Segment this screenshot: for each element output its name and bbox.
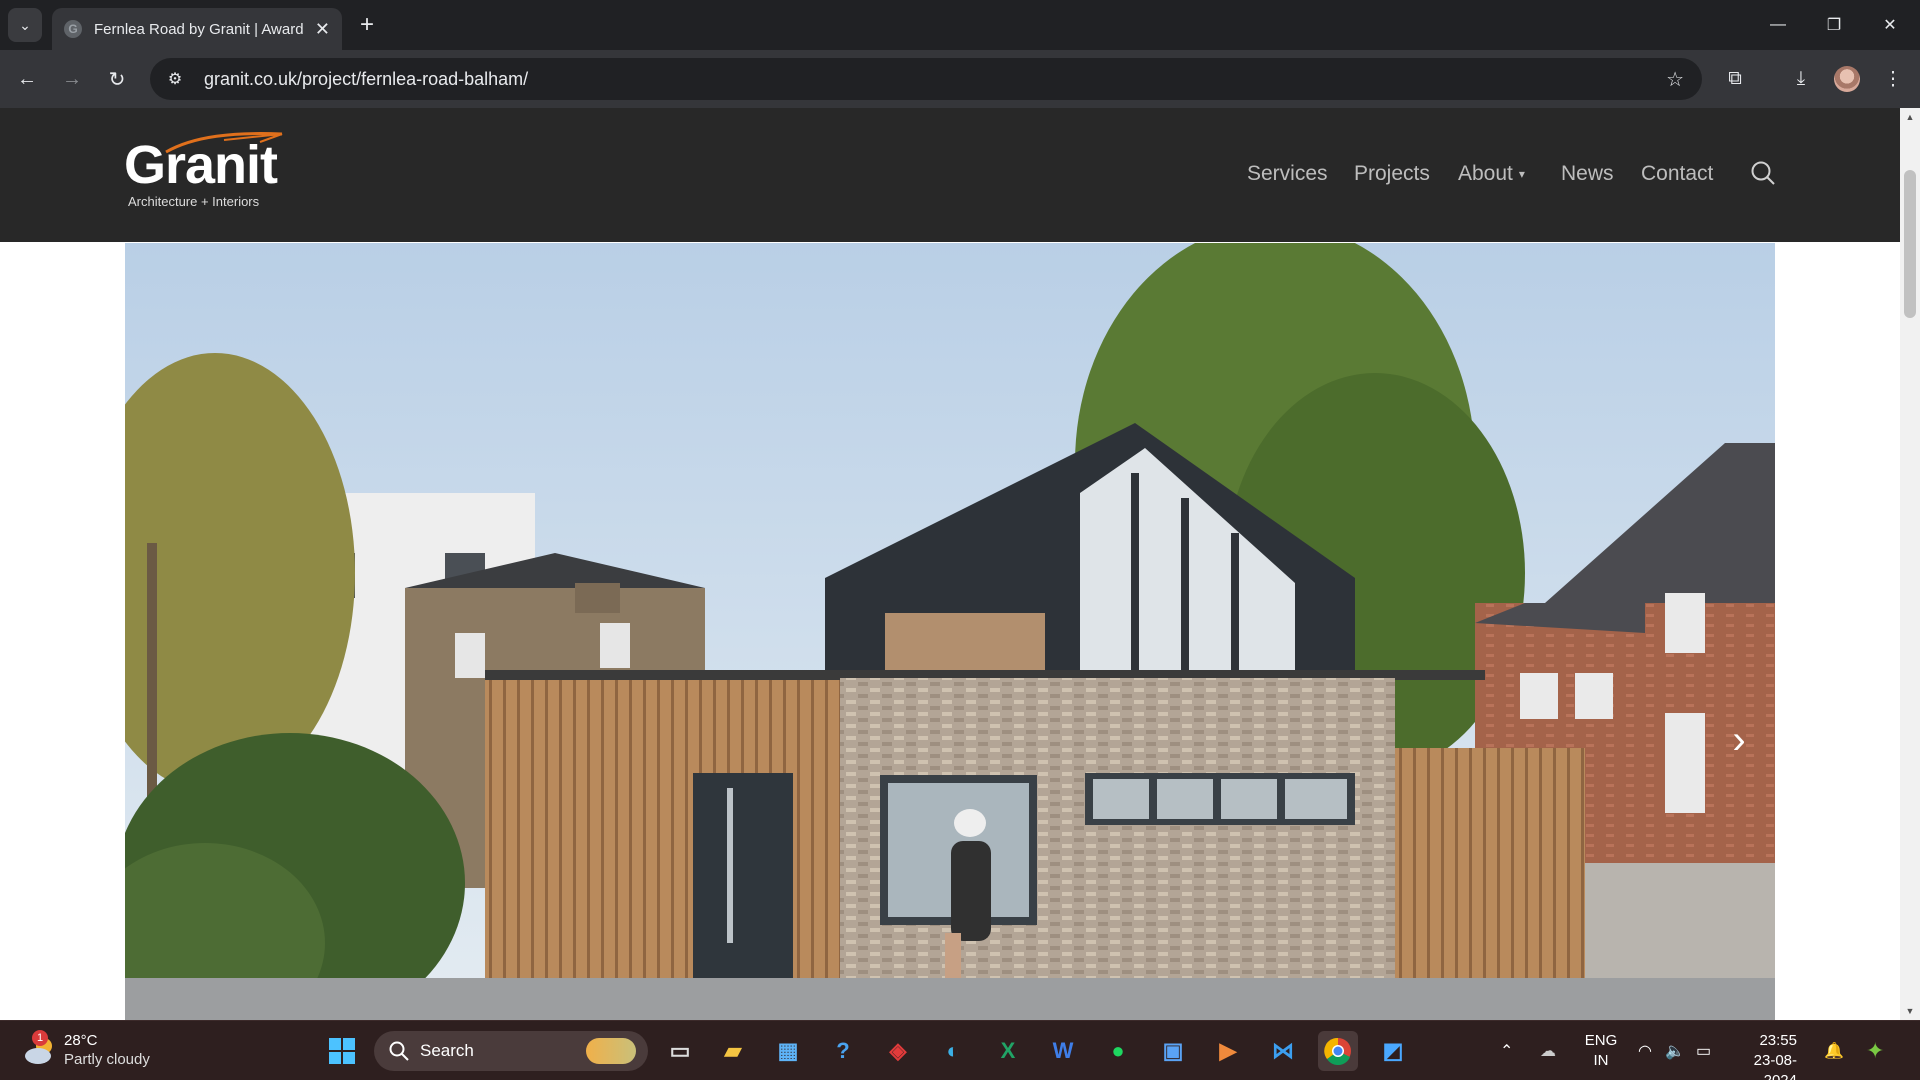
windows-start-icon[interactable] — [322, 1031, 362, 1071]
tab-active[interactable]: G Fernlea Road by Granit | Award ✕ — [52, 8, 342, 50]
weather-temp: 28°C — [64, 1032, 98, 1049]
reload-button[interactable]: ↻ — [100, 62, 134, 96]
nav-about[interactable]: About ▾ — [1458, 162, 1525, 186]
system-clock[interactable]: 23:55 23-08-2024 — [1733, 1031, 1797, 1091]
browser-tabstrip: ⌄ G Fernlea Road by Granit | Award ✕ + —… — [0, 0, 1920, 50]
clock-time: 23:55 — [1759, 1032, 1797, 1049]
task-view-icon[interactable]: ▭ — [660, 1031, 700, 1071]
onedrive-icon[interactable]: ☁ — [1540, 1021, 1556, 1081]
chevron-right-icon: › — [1732, 717, 1746, 762]
nav-projects-label: Projects — [1354, 162, 1430, 185]
windows-taskbar: 1 28°C Partly cloudy Search ▭ ▰ ▦ ? ◈ ◐ … — [0, 1020, 1920, 1089]
extensions-icon[interactable]: ⧉ — [1718, 62, 1752, 96]
logo-tagline: Architecture + Interiors — [128, 194, 260, 209]
media-player-icon[interactable]: ▶ — [1208, 1031, 1248, 1071]
nav-contact[interactable]: Contact — [1641, 162, 1713, 186]
arrow-right-icon: → — [62, 67, 82, 90]
chevron-down-icon: ⌄ — [19, 16, 31, 33]
tab-close-icon[interactable]: ✕ — [315, 19, 330, 40]
weather-widget[interactable]: 1 28°C Partly cloudy — [22, 1030, 150, 1069]
taskbar-search[interactable]: Search — [374, 1031, 648, 1071]
weather-badge: 1 — [32, 1030, 48, 1046]
scroll-down-icon[interactable]: ▼ — [1904, 1006, 1916, 1016]
microsoft-store-icon[interactable]: ▦ — [768, 1031, 808, 1071]
battery-icon[interactable]: ▭ — [1696, 1021, 1711, 1081]
new-tab-button[interactable]: + — [352, 10, 382, 40]
search-icon — [1751, 161, 1775, 185]
show-hidden-icons-chevron-icon[interactable]: ⌃ — [1500, 1021, 1513, 1081]
nav-news-label: News — [1561, 162, 1614, 185]
spotify-icon[interactable]: ● — [1098, 1031, 1138, 1071]
hero-project-photo — [125, 243, 1775, 1020]
caret-down-icon: ▾ — [1518, 167, 1525, 181]
tab-search-button[interactable]: ⌄ — [8, 8, 42, 42]
site-logo[interactable]: Granit Architecture + Interiors — [124, 132, 283, 209]
notification-bell-icon[interactable]: 🔔 — [1824, 1021, 1844, 1081]
forward-button[interactable]: → — [55, 62, 89, 96]
site-info-icon[interactable]: ⚙ — [160, 64, 190, 94]
scrollbar-thumb[interactable] — [1904, 170, 1916, 318]
partly-cloudy-icon: 1 — [22, 1030, 58, 1068]
close-window-button[interactable]: ✕ — [1862, 0, 1918, 50]
address-bar[interactable]: ⚙ granit.co.uk/project/fernlea-road-balh… — [150, 58, 1702, 100]
weather-condition: Partly cloudy — [64, 1051, 150, 1068]
minimize-button[interactable]: — — [1750, 0, 1806, 50]
nav-services[interactable]: Services — [1247, 162, 1328, 186]
house-photo-illustration — [125, 243, 1775, 1020]
browser-toolbar: ← → ↻ ⚙ granit.co.uk/project/fernlea-roa… — [0, 50, 1920, 108]
edge-browser-icon[interactable]: ◐ — [933, 1031, 973, 1071]
nav-about-label: About — [1458, 162, 1513, 185]
clock-date: 23-08-2024 — [1753, 1052, 1797, 1089]
bookmark-star-icon[interactable]: ☆ — [1666, 67, 1684, 92]
url-text[interactable]: granit.co.uk/project/fernlea-road-balham… — [204, 69, 528, 90]
download-icon[interactable]: ⤓ — [1784, 62, 1818, 96]
word-icon[interactable]: W — [1043, 1031, 1083, 1071]
taskbar-search-label: Search — [420, 1041, 474, 1060]
language-label: ENG — [1584, 1032, 1618, 1049]
nav-news[interactable]: News — [1561, 162, 1614, 186]
help-app-icon[interactable]: ? — [823, 1031, 863, 1071]
menu-kebab-icon[interactable]: ⋮ — [1876, 62, 1910, 96]
photos-app-icon[interactable]: ◩ — [1373, 1031, 1413, 1071]
mcafee-icon[interactable]: ◈ — [878, 1031, 918, 1071]
nav-projects[interactable]: Projects — [1354, 162, 1430, 186]
copilot-icon[interactable]: ✦ — [1866, 1021, 1884, 1081]
tab-title: Fernlea Road by Granit | Award — [94, 20, 304, 38]
file-explorer-icon[interactable]: ▰ — [713, 1031, 753, 1071]
reload-icon: ↻ — [108, 68, 126, 91]
tab-favicon-icon: G — [64, 20, 82, 38]
profile-avatar[interactable] — [1834, 66, 1860, 92]
logo-swoosh-icon — [165, 132, 283, 154]
volume-icon[interactable]: 🔈 — [1665, 1021, 1685, 1081]
back-button[interactable]: ← — [10, 62, 44, 96]
nav-services-label: Services — [1247, 162, 1328, 185]
search-highlight-icon — [586, 1038, 636, 1064]
arrow-left-icon: ← — [17, 67, 37, 90]
page-scrollbar[interactable]: ▲ ▼ — [1900, 108, 1920, 1020]
language-indicator[interactable]: ENG IN — [1584, 1031, 1618, 1071]
chrome-browser-icon[interactable] — [1318, 1031, 1358, 1071]
excel-icon[interactable]: X — [988, 1031, 1028, 1071]
chat-app-icon[interactable]: ▣ — [1153, 1031, 1193, 1071]
scroll-up-icon[interactable]: ▲ — [1904, 112, 1916, 122]
slider-next-button[interactable]: › — [1722, 717, 1756, 762]
site-header: Granit Architecture + Interiors Services… — [0, 108, 1900, 242]
nav-contact-label: Contact — [1641, 162, 1714, 185]
vscode-icon[interactable]: ⋈ — [1263, 1031, 1303, 1071]
restore-button[interactable]: ❐ — [1806, 0, 1862, 50]
region-label: IN — [1593, 1052, 1609, 1069]
search-icon — [389, 1041, 409, 1061]
nav-search-button[interactable] — [1750, 160, 1776, 186]
wifi-icon[interactable]: ◠ — [1638, 1021, 1652, 1081]
